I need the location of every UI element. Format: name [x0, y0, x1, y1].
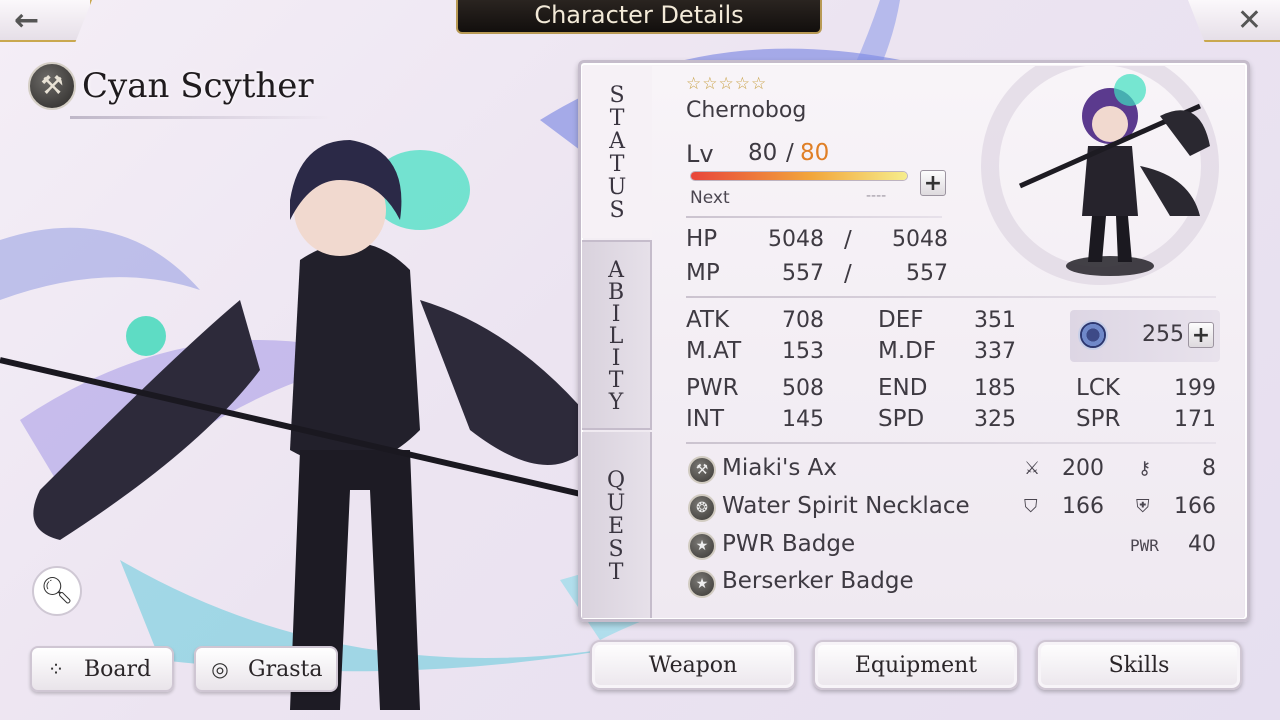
name-underline: [70, 116, 330, 119]
exp-bar-fill: [691, 172, 907, 180]
def-value: 351: [974, 308, 1016, 333]
end-value: 185: [974, 376, 1016, 401]
equip-name-badge1: PWR Badge: [722, 531, 856, 557]
plus-icon: +: [923, 170, 943, 196]
def-label: DEF: [878, 307, 924, 333]
lck-value: 199: [1174, 376, 1216, 401]
spirit-plus-button[interactable]: +: [1188, 322, 1214, 348]
axe-icon: ⚒: [28, 62, 76, 110]
lck-label: LCK: [1076, 375, 1120, 401]
tab-quest-label: QUEST: [603, 467, 629, 583]
end-label: END: [878, 375, 928, 401]
level-max: 80: [800, 140, 830, 166]
mp-label: MP: [686, 260, 720, 286]
skills-button[interactable]: Skills: [1036, 640, 1242, 690]
equip-weapon-matk: 8: [1202, 456, 1216, 481]
sword-icon: ⚔: [1024, 458, 1041, 479]
weapon-button[interactable]: Weapon: [590, 640, 796, 690]
equipment-button[interactable]: Equipment: [813, 640, 1019, 690]
plus-icon: +: [1191, 322, 1211, 348]
tab-quest[interactable]: QUEST: [582, 432, 652, 618]
zoom-button[interactable]: 🔍︎: [32, 566, 82, 616]
atk-value: 708: [782, 308, 824, 333]
level-label: Lv: [686, 140, 714, 168]
page-title: Character Details: [456, 0, 822, 34]
equip-name-badge2: Berserker Badge: [722, 568, 914, 594]
equip-weapon-atk: 200: [1062, 456, 1104, 481]
badge-stat-tag: PWR: [1130, 536, 1159, 555]
board-label: Board: [84, 656, 152, 682]
magnifier-icon: 🔍︎: [40, 576, 74, 606]
spr-label: SPR: [1076, 406, 1121, 432]
mat-label: M.AT: [686, 338, 742, 364]
int-label: INT: [686, 406, 725, 432]
spd-value: 325: [974, 407, 1016, 432]
axe-icon: ⚒: [688, 456, 716, 484]
mp-current: 557: [782, 261, 824, 286]
hp-label: HP: [686, 226, 718, 252]
rarity-stars: ☆☆☆☆☆: [686, 74, 768, 94]
tab-ability-label: ABILITY: [603, 258, 629, 412]
int-value: 145: [782, 407, 824, 432]
badge-stat-value: 40: [1188, 532, 1216, 557]
board-icon: ⁘: [47, 657, 65, 681]
grasta-button[interactable]: ◎ Grasta: [194, 646, 338, 692]
badge-icon: ★: [688, 570, 716, 598]
spirit-value: 255: [1142, 322, 1184, 347]
character-artwork: [0, 140, 651, 710]
mp-separator: /: [844, 261, 852, 287]
spr-value: 171: [1174, 407, 1216, 432]
character-portrait: [981, 66, 1219, 285]
next-exp-label: Next: [690, 188, 730, 208]
hp-current: 5048: [768, 227, 824, 252]
class-name: Chernobog: [686, 98, 807, 123]
character-name: Cyan Scyther: [82, 66, 314, 106]
spd-label: SPD: [878, 406, 925, 432]
hp-max: 5048: [892, 227, 948, 252]
tab-status[interactable]: STATUS: [582, 66, 652, 238]
shield-plus-icon: ⛨: [1136, 496, 1150, 517]
hp-separator: /: [844, 227, 852, 253]
tab-status-label: STATUS: [604, 83, 630, 221]
level-up-button[interactable]: +: [920, 170, 946, 196]
close-icon: ✕: [1236, 2, 1262, 38]
atk-label: ATK: [686, 307, 730, 333]
divider: [686, 442, 1216, 444]
divider: [686, 216, 942, 218]
equip-armor-def: 166: [1062, 494, 1104, 519]
equip-name-armor: Water Spirit Necklace: [722, 493, 970, 519]
grasta-icon: ◎: [211, 657, 229, 681]
next-exp-value: ----: [866, 188, 887, 204]
mdf-value: 337: [974, 339, 1016, 364]
mdf-label: M.DF: [878, 338, 937, 364]
character-name-header: ⚒ Cyan Scyther: [28, 62, 314, 110]
wand-icon: ⚷: [1138, 458, 1152, 479]
board-button[interactable]: ⁘ Board: [30, 646, 174, 692]
level-separator: /: [786, 140, 794, 166]
tab-ability[interactable]: ABILITY: [582, 240, 652, 430]
grasta-label: Grasta: [248, 656, 323, 682]
pwr-value: 508: [782, 376, 824, 401]
divider: [686, 296, 1216, 298]
badge-icon: ★: [688, 532, 716, 560]
equip-armor-mdef: 166: [1174, 494, 1216, 519]
pwr-label: PWR: [686, 375, 739, 401]
shield-icon: ⛉: [1024, 496, 1038, 517]
equip-name-weapon: Miaki's Ax: [722, 455, 837, 481]
back-arrow-icon: ←: [14, 2, 40, 38]
mp-max: 557: [906, 261, 948, 286]
necklace-icon: ❂: [688, 494, 716, 522]
spirit-orb-icon: [1078, 320, 1108, 350]
mat-value: 153: [782, 339, 824, 364]
exp-bar: [690, 171, 908, 181]
level-current: 80: [748, 140, 778, 166]
